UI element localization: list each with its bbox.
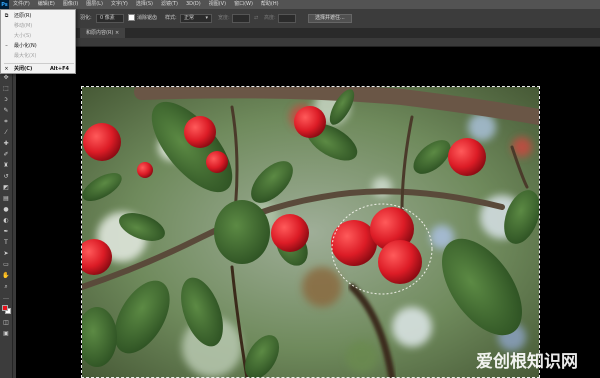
pen-icon[interactable]: ✒ (0, 226, 12, 237)
menu-window[interactable]: 窗口(W) (230, 0, 257, 9)
style-select[interactable]: 正常 ▾ (180, 14, 212, 23)
feather-input[interactable]: 0 像素 (96, 14, 124, 23)
hand-icon[interactable]: ✋ (0, 270, 12, 281)
menu-type[interactable]: 文字(Y) (107, 0, 132, 9)
menu-item-move[interactable]: 移动(M) (1, 22, 75, 31)
photoshop-logo[interactable]: Ps (0, 0, 9, 9)
quick-select-icon[interactable]: ✎ (0, 105, 12, 116)
menu-separator (4, 63, 74, 64)
menu-select[interactable]: 选择(S) (132, 0, 157, 9)
height-input[interactable] (278, 14, 296, 23)
style-label: 样式: (165, 15, 177, 21)
document-canvas[interactable] (82, 87, 539, 378)
menu-view[interactable]: 视图(V) (205, 0, 230, 9)
menubar: Ps 文件(F) 编辑(E) 图像(I) 图层(L) 文字(Y) 选择(S) 滤… (0, 0, 600, 9)
menu-help[interactable]: 帮助(H) (257, 0, 283, 9)
document-tab-label: 和原内容(R) (86, 30, 114, 36)
marquee-icon[interactable]: ⬚ (0, 83, 12, 94)
menu-item-maximize[interactable]: 最大化(X) (1, 52, 75, 61)
more-icon[interactable]: … (0, 292, 12, 303)
gradient-icon[interactable]: ▤ (0, 193, 12, 204)
width-input[interactable] (232, 14, 250, 23)
healing-icon[interactable]: ✚ (0, 138, 12, 149)
document-tab-bar: 和原内容(R) × (0, 28, 600, 38)
shape-icon[interactable]: ▭ (0, 259, 12, 270)
blur-icon[interactable]: ● (0, 204, 12, 215)
menu-layer[interactable]: 图层(L) (82, 0, 107, 9)
crop-icon[interactable]: ⌗ (0, 116, 12, 127)
type-icon[interactable]: T (0, 237, 12, 248)
restore-icon: ⧉ (4, 13, 9, 19)
watermark: 爱创根知识网 (476, 347, 578, 372)
height-label: 高度: (264, 15, 276, 21)
horizontal-ruler (16, 38, 600, 47)
zoom-icon[interactable]: ⌕ (0, 281, 12, 292)
antialias-label: 消除锯齿 (137, 15, 158, 21)
watermark-text: 爱创根知识网 (476, 352, 578, 372)
antialias-checkbox[interactable]: 消除锯齿 (128, 14, 157, 23)
close-shortcut: Alt+F4 (49, 66, 69, 72)
chevron-down-icon: ▾ (205, 15, 208, 21)
style-value: 正常 (184, 15, 195, 21)
history-brush-icon[interactable]: ↺ (0, 171, 12, 182)
document-tab[interactable]: 和原内容(R) × (80, 28, 126, 38)
tools-panel: ✥ ⬚ ↄ ✎ ⌗ ⁄ ✚ ✐ ♜ ↺ ◩ ▤ ● ◐ ✒ T ➤ ▭ ✋ ⌕ … (0, 38, 13, 378)
eyedropper-icon[interactable]: ⁄ (0, 127, 12, 138)
menu-image[interactable]: 图像(I) (59, 0, 82, 9)
quick-mask-icon[interactable]: ◫ (0, 317, 12, 328)
screen-mode-icon[interactable]: ▣ (0, 328, 12, 339)
window-system-menu: ⧉ 还原(R) 移动(M) 大小(S) – 最小化(N) 最大化(X) × 关闭… (0, 9, 76, 74)
lasso-icon[interactable]: ↄ (0, 94, 12, 105)
options-bar: 羽化: 0 像素 消除锯齿 样式: 正常 ▾ 宽度: ⇄ 高度: 选择并遮住... (0, 9, 600, 29)
menu-3d[interactable]: 3D(D) (182, 0, 205, 9)
eraser-icon[interactable]: ◩ (0, 182, 12, 193)
close-tab-icon[interactable]: × (115, 30, 119, 36)
close-icon: × (4, 66, 9, 72)
minimize-icon: – (5, 43, 8, 49)
color-swatches (0, 303, 12, 317)
menu-item-size[interactable]: 大小(S) (1, 32, 75, 41)
menu-filter[interactable]: 滤镜(T) (157, 0, 182, 9)
select-and-mask-button[interactable]: 选择并遮住... (308, 14, 352, 23)
feather-label: 羽化: (80, 15, 92, 21)
width-label: 宽度: (218, 15, 230, 21)
clone-stamp-icon[interactable]: ♜ (0, 160, 12, 171)
brush-icon[interactable]: ✐ (0, 149, 12, 160)
photo-image (82, 87, 539, 378)
menu-item-minimize[interactable]: – 最小化(N) (1, 42, 75, 51)
menu-item-close[interactable]: × 关闭(C) Alt+F4 (1, 65, 75, 74)
foreground-color-swatch[interactable] (2, 305, 8, 311)
dodge-icon[interactable]: ◐ (0, 215, 12, 226)
swap-icon[interactable]: ⇄ (254, 14, 258, 23)
menu-edit[interactable]: 编辑(E) (34, 0, 59, 9)
menu-item-restore[interactable]: ⧉ 还原(R) (1, 12, 75, 21)
path-select-icon[interactable]: ➤ (0, 248, 12, 259)
menu-file[interactable]: 文件(F) (9, 0, 34, 9)
checkbox-checked-icon (128, 14, 135, 21)
